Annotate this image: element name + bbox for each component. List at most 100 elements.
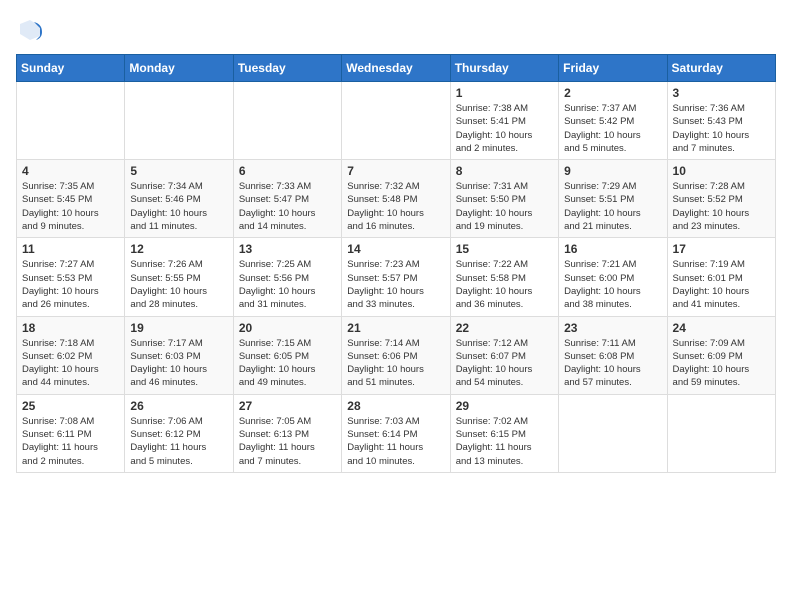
- calendar-cell: 29 Sunrise: 7:02 AMSunset: 6:15 PMDayligh…: [450, 394, 558, 472]
- calendar-cell: 25Sunrise: 7:08 AMSunset: 6:11 PMDayligh…: [17, 394, 125, 472]
- day-info: Sunrise: 7:26 AMSunset: 5:55 PMDaylight:…: [130, 258, 227, 311]
- day-number: 1: [456, 86, 553, 100]
- calendar-cell: 10Sunrise: 7:28 AMSunset: 5:52 PMDayligh…: [667, 160, 775, 238]
- day-number: 28: [347, 399, 444, 413]
- day-number: 27: [239, 399, 336, 413]
- day-number: 22: [456, 321, 553, 335]
- day-info: Sunrise: 7:33 AMSunset: 5:47 PMDaylight:…: [239, 180, 336, 233]
- day-number: 20: [239, 321, 336, 335]
- day-info: Sunrise: 7:31 AMSunset: 5:50 PMDaylight:…: [456, 180, 553, 233]
- day-info: Sunrise: 7:32 AMSunset: 5:48 PMDaylight:…: [347, 180, 444, 233]
- day-number: 9: [564, 164, 661, 178]
- day-number: 2: [564, 86, 661, 100]
- day-number: 21: [347, 321, 444, 335]
- day-number: 26: [130, 399, 227, 413]
- calendar-cell: 24Sunrise: 7:09 AMSunset: 6:09 PMDayligh…: [667, 316, 775, 394]
- calendar-cell: 1 Sunrise: 7:38 AMSunset: 5:41 PMDaylight…: [450, 82, 558, 160]
- calendar-cell: 2 Sunrise: 7:37 AMSunset: 5:42 PMDaylight…: [559, 82, 667, 160]
- header-monday: Monday: [125, 55, 233, 82]
- header-sunday: Sunday: [17, 55, 125, 82]
- day-info: Sunrise: 7:02 AMSunset: 6:15 PMDaylight:…: [456, 415, 553, 468]
- calendar-cell: [342, 82, 450, 160]
- day-number: 17: [673, 242, 770, 256]
- day-number: 5: [130, 164, 227, 178]
- day-info: Sunrise: 7:03 AMSunset: 6:14 PMDaylight:…: [347, 415, 444, 468]
- header-wednesday: Wednesday: [342, 55, 450, 82]
- day-info: Sunrise: 7:29 AMSunset: 5:51 PMDaylight:…: [564, 180, 661, 233]
- calendar-cell: 6 Sunrise: 7:33 AMSunset: 5:47 PMDaylight…: [233, 160, 341, 238]
- calendar-cell: 22 Sunrise: 7:12 AMSunset: 6:07 PMDayligh…: [450, 316, 558, 394]
- day-info: Sunrise: 7:27 AMSunset: 5:53 PMDaylight:…: [22, 258, 119, 311]
- logo-icon: [16, 16, 44, 44]
- calendar-cell: 21 Sunrise: 7:14 AMSunset: 6:06 PMDayligh…: [342, 316, 450, 394]
- day-info: Sunrise: 7:18 AMSunset: 6:02 PMDaylight:…: [22, 337, 119, 390]
- day-info: Sunrise: 7:22 AMSunset: 5:58 PMDaylight:…: [456, 258, 553, 311]
- day-number: 24: [673, 321, 770, 335]
- calendar-cell: 16 Sunrise: 7:21 AMSunset: 6:00 PMDayligh…: [559, 238, 667, 316]
- calendar-cell: 20 Sunrise: 7:15 AMSunset: 6:05 PMDayligh…: [233, 316, 341, 394]
- week-row-0: 1 Sunrise: 7:38 AMSunset: 5:41 PMDaylight…: [17, 82, 776, 160]
- header-friday: Friday: [559, 55, 667, 82]
- header-row: SundayMondayTuesdayWednesdayThursdayFrid…: [17, 55, 776, 82]
- calendar-cell: 9 Sunrise: 7:29 AMSunset: 5:51 PMDaylight…: [559, 160, 667, 238]
- day-info: Sunrise: 7:17 AMSunset: 6:03 PMDaylight:…: [130, 337, 227, 390]
- day-info: Sunrise: 7:12 AMSunset: 6:07 PMDaylight:…: [456, 337, 553, 390]
- page-header: [16, 16, 776, 44]
- day-number: 29: [456, 399, 553, 413]
- logo: [16, 16, 48, 44]
- calendar-cell: 4 Sunrise: 7:35 AMSunset: 5:45 PMDaylight…: [17, 160, 125, 238]
- day-number: 13: [239, 242, 336, 256]
- calendar-cell: 11 Sunrise: 7:27 AMSunset: 5:53 PMDayligh…: [17, 238, 125, 316]
- calendar-cell: 3 Sunrise: 7:36 AMSunset: 5:43 PMDaylight…: [667, 82, 775, 160]
- day-info: Sunrise: 7:19 AMSunset: 6:01 PMDaylight:…: [673, 258, 770, 311]
- calendar-cell: [125, 82, 233, 160]
- calendar-cell: 8 Sunrise: 7:31 AMSunset: 5:50 PMDaylight…: [450, 160, 558, 238]
- day-number: 12: [130, 242, 227, 256]
- day-info: Sunrise: 7:08 AMSunset: 6:11 PMDaylight:…: [22, 415, 119, 468]
- calendar-cell: 7 Sunrise: 7:32 AMSunset: 5:48 PMDaylight…: [342, 160, 450, 238]
- day-info: Sunrise: 7:23 AMSunset: 5:57 PMDaylight:…: [347, 258, 444, 311]
- day-number: 3: [673, 86, 770, 100]
- calendar-cell: 17 Sunrise: 7:19 AMSunset: 6:01 PMDayligh…: [667, 238, 775, 316]
- day-info: Sunrise: 7:15 AMSunset: 6:05 PMDaylight:…: [239, 337, 336, 390]
- calendar-cell: [233, 82, 341, 160]
- day-info: Sunrise: 7:14 AMSunset: 6:06 PMDaylight:…: [347, 337, 444, 390]
- day-info: Sunrise: 7:34 AMSunset: 5:46 PMDaylight:…: [130, 180, 227, 233]
- day-number: 4: [22, 164, 119, 178]
- day-info: Sunrise: 7:36 AMSunset: 5:43 PMDaylight:…: [673, 102, 770, 155]
- calendar-cell: [17, 82, 125, 160]
- day-info: Sunrise: 7:06 AMSunset: 6:12 PMDaylight:…: [130, 415, 227, 468]
- calendar-cell: 5 Sunrise: 7:34 AMSunset: 5:46 PMDaylight…: [125, 160, 233, 238]
- calendar-cell: 13 Sunrise: 7:25 AMSunset: 5:56 PMDayligh…: [233, 238, 341, 316]
- day-number: 7: [347, 164, 444, 178]
- day-number: 23: [564, 321, 661, 335]
- day-number: 6: [239, 164, 336, 178]
- calendar-cell: [559, 394, 667, 472]
- calendar-cell: [667, 394, 775, 472]
- day-info: Sunrise: 7:38 AMSunset: 5:41 PMDaylight:…: [456, 102, 553, 155]
- day-number: 14: [347, 242, 444, 256]
- calendar-cell: 19Sunrise: 7:17 AMSunset: 6:03 PMDayligh…: [125, 316, 233, 394]
- day-info: Sunrise: 7:35 AMSunset: 5:45 PMDaylight:…: [22, 180, 119, 233]
- calendar-cell: 18 Sunrise: 7:18 AMSunset: 6:02 PMDayligh…: [17, 316, 125, 394]
- day-info: Sunrise: 7:28 AMSunset: 5:52 PMDaylight:…: [673, 180, 770, 233]
- day-info: Sunrise: 7:11 AMSunset: 6:08 PMDaylight:…: [564, 337, 661, 390]
- day-info: Sunrise: 7:05 AMSunset: 6:13 PMDaylight:…: [239, 415, 336, 468]
- calendar-cell: 14 Sunrise: 7:23 AMSunset: 5:57 PMDayligh…: [342, 238, 450, 316]
- day-info: Sunrise: 7:21 AMSunset: 6:00 PMDaylight:…: [564, 258, 661, 311]
- day-number: 11: [22, 242, 119, 256]
- calendar-table: SundayMondayTuesdayWednesdayThursdayFrid…: [16, 54, 776, 473]
- calendar-cell: 28 Sunrise: 7:03 AMSunset: 6:14 PMDayligh…: [342, 394, 450, 472]
- header-saturday: Saturday: [667, 55, 775, 82]
- calendar-cell: 27 Sunrise: 7:05 AMSunset: 6:13 PMDayligh…: [233, 394, 341, 472]
- day-number: 15: [456, 242, 553, 256]
- calendar-cell: 15 Sunrise: 7:22 AMSunset: 5:58 PMDayligh…: [450, 238, 558, 316]
- day-number: 18: [22, 321, 119, 335]
- day-number: 8: [456, 164, 553, 178]
- day-info: Sunrise: 7:37 AMSunset: 5:42 PMDaylight:…: [564, 102, 661, 155]
- day-number: 16: [564, 242, 661, 256]
- header-thursday: Thursday: [450, 55, 558, 82]
- week-row-1: 4 Sunrise: 7:35 AMSunset: 5:45 PMDaylight…: [17, 160, 776, 238]
- day-info: Sunrise: 7:25 AMSunset: 5:56 PMDaylight:…: [239, 258, 336, 311]
- calendar-cell: 12 Sunrise: 7:26 AMSunset: 5:55 PMDayligh…: [125, 238, 233, 316]
